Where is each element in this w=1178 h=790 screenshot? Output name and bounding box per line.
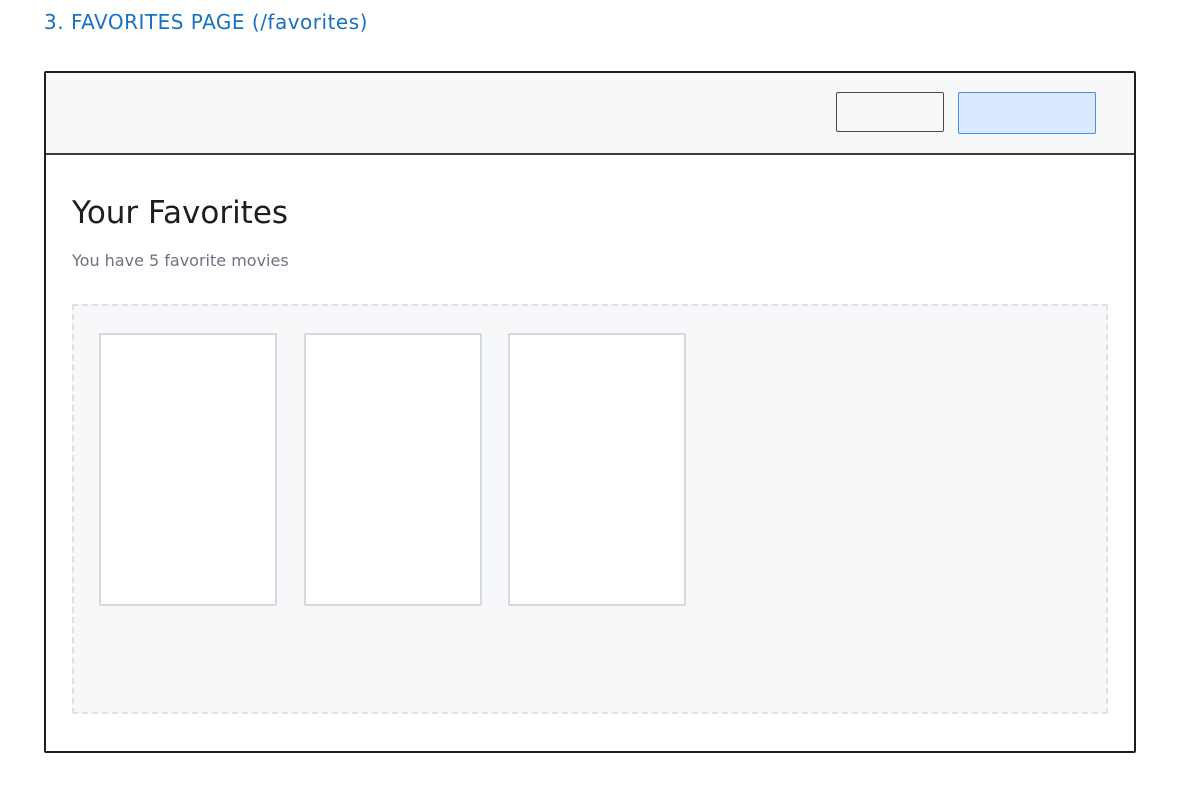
movie-card[interactable] [508, 333, 686, 606]
movie-card[interactable] [99, 333, 277, 606]
header-bar [46, 73, 1134, 155]
favorites-count-subtitle: You have 5 favorite movies [72, 251, 289, 270]
movie-card[interactable] [304, 333, 482, 606]
page-title: Your Favorites [72, 195, 289, 231]
browser-frame: Your Favorites You have 5 favorite movie… [44, 71, 1136, 753]
favorites-grid [72, 304, 1108, 714]
header-secondary-button[interactable] [836, 92, 944, 132]
header-primary-button[interactable] [958, 92, 1096, 134]
section-title: 3. FAVORITES PAGE (/favorites) [44, 10, 368, 34]
